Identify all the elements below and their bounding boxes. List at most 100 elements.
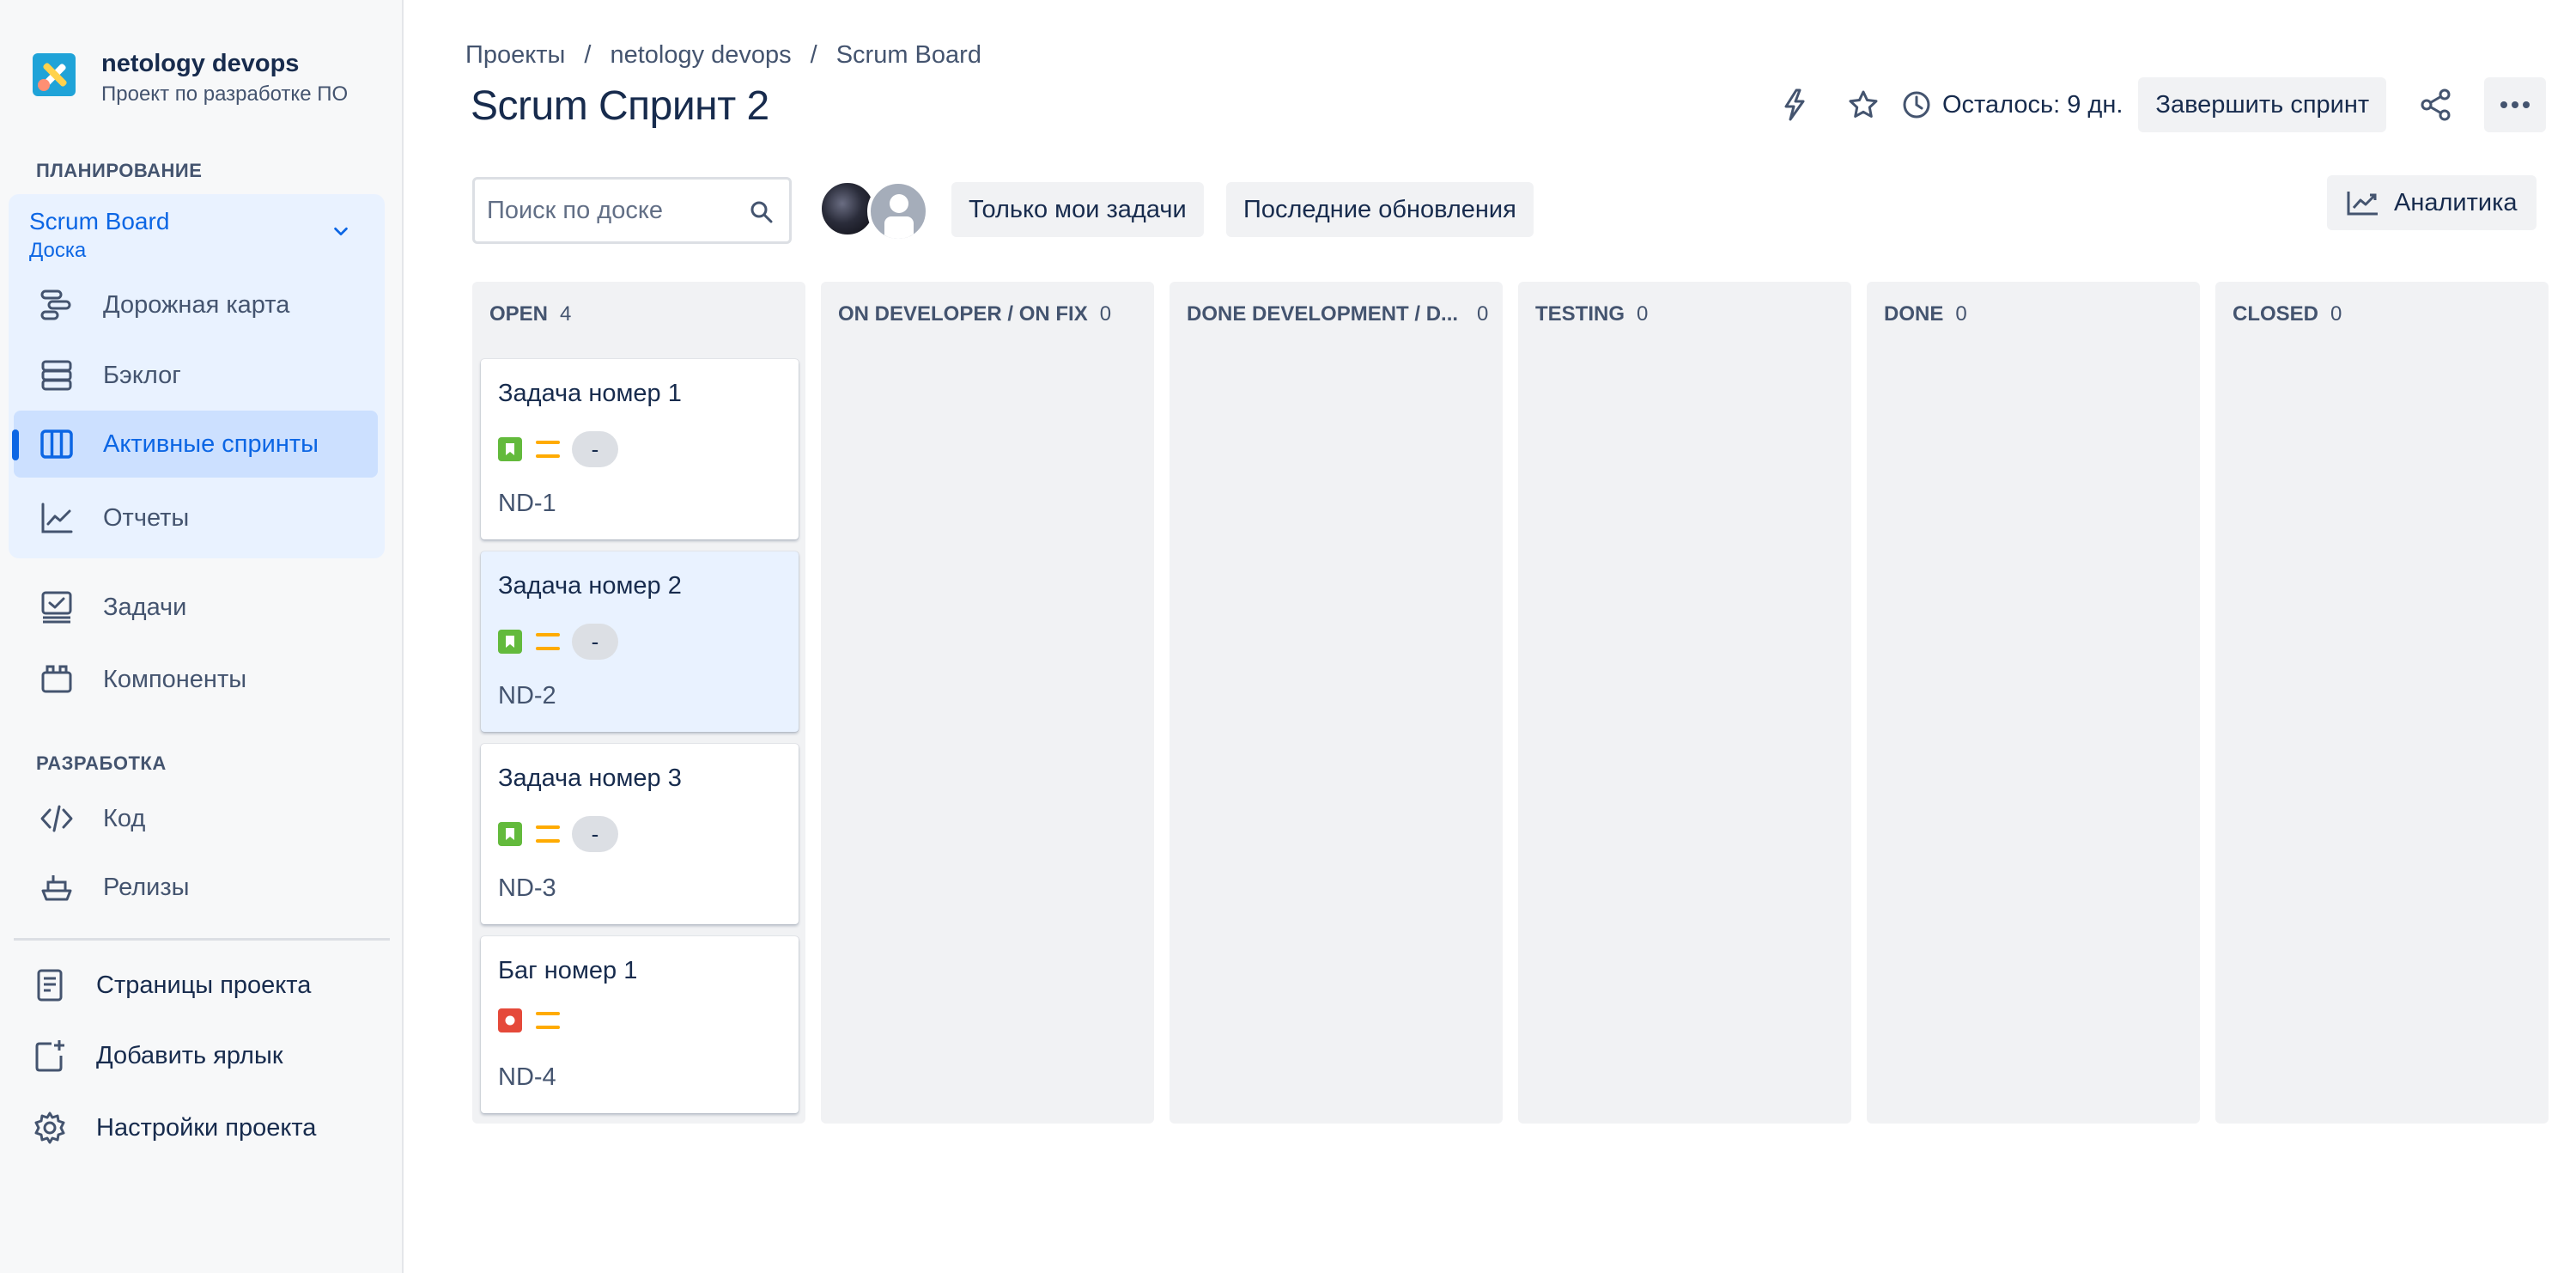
page-title: Scrum Спринт 2 (471, 83, 769, 129)
sidebar-item-project-settings[interactable]: Настройки проекта (14, 1094, 378, 1161)
card-title: Баг номер 1 (498, 957, 638, 984)
column-title: DONE DEVELOPMENT / D... (1187, 302, 1459, 326)
column-count: 0 (1637, 302, 1649, 326)
project-header[interactable]: netology devops Проект по разработке ПО (33, 48, 348, 108)
column-count: 4 (560, 302, 572, 326)
more-icon (2500, 101, 2530, 108)
chart-icon (2347, 192, 2378, 216)
lightning-icon (1784, 88, 1805, 121)
sidebar-item-components[interactable]: Компоненты (14, 646, 378, 713)
settings-icon (29, 1107, 70, 1148)
issue-key[interactable]: ND-2 (498, 682, 556, 710)
only-my-issues-filter[interactable]: Только мои задачи (951, 182, 1204, 237)
board-switcher[interactable]: Scrum Board Доска (29, 206, 169, 265)
column-title: ON DEVELOPER / ON FIX (838, 302, 1088, 326)
sprint-timer[interactable]: Осталось: 9 дн. (1901, 89, 2123, 120)
search-icon (750, 201, 773, 223)
board-icon (36, 423, 77, 465)
active-indicator (12, 429, 19, 460)
sidebar-item-code[interactable]: Код (14, 785, 378, 852)
search-input[interactable] (475, 180, 732, 241)
automation-button[interactable] (1767, 77, 1822, 132)
board-column-on-developer: ON DEVELOPER / ON FIX 0 (821, 282, 1154, 1124)
board-column-done-development: DONE DEVELOPMENT / D... 0 (1170, 282, 1503, 1124)
story-icon (498, 630, 522, 654)
column-count: 0 (1955, 302, 1967, 326)
sidebar-item-add-shortcut[interactable]: Добавить ярлык (14, 1022, 378, 1089)
card-title: Задача номер 3 (498, 764, 682, 792)
column-header: CLOSED 0 (2233, 302, 2342, 326)
breadcrumb-projects[interactable]: Проекты (465, 41, 565, 70)
sidebar-item-label: Страницы проекта (96, 971, 312, 999)
issue-key[interactable]: ND-3 (498, 874, 556, 903)
share-button[interactable] (2409, 77, 2464, 132)
star-button[interactable] (1836, 77, 1891, 132)
releases-icon (36, 867, 77, 908)
issue-card[interactable]: Задача номер 2 - ND-2 (481, 551, 799, 732)
sidebar-item-label: Настройки проекта (96, 1113, 317, 1142)
breadcrumb-board[interactable]: Scrum Board (836, 41, 981, 70)
analytics-label: Аналитика (2394, 188, 2518, 216)
sidebar-item-label: Бэклог (103, 361, 181, 389)
column-header: ON DEVELOPER / ON FIX 0 (838, 302, 1111, 326)
sidebar-divider (14, 938, 390, 941)
planning-section-title: ПЛАНИРОВАНИЕ (36, 160, 203, 181)
complete-sprint-button[interactable]: Завершить спринт (2138, 77, 2387, 132)
share-icon (2421, 88, 2451, 121)
card-title: Задача номер 2 (498, 572, 682, 600)
sidebar-item-label: Компоненты (103, 665, 247, 693)
breadcrumb-separator: / (584, 41, 592, 69)
column-title: TESTING (1535, 302, 1625, 326)
sidebar-item-label: Задачи (103, 593, 187, 621)
priority-medium-icon (536, 633, 560, 650)
column-title: OPEN (489, 302, 549, 326)
sidebar-item-issues[interactable]: Задачи (14, 574, 378, 641)
sidebar-item-backlog[interactable]: Бэклог (14, 342, 378, 409)
board-type: Доска (29, 239, 87, 262)
story-icon (498, 437, 522, 461)
priority-medium-icon (536, 825, 560, 843)
sidebar-item-active-sprints[interactable]: Активные спринты (14, 411, 378, 478)
story-icon (498, 822, 522, 846)
board-column-open: OPEN 4 Задача номер 1 - ND-1 Задача номе… (472, 282, 805, 1124)
issue-key[interactable]: ND-4 (498, 1063, 556, 1092)
issue-card[interactable]: Задача номер 3 - ND-3 (481, 744, 799, 924)
sidebar-item-label: Добавить ярлык (96, 1041, 283, 1069)
sidebar: netology devops Проект по разработке ПО … (0, 0, 404, 1273)
time-left-text: Осталось: 9 дн. (1942, 90, 2123, 119)
analytics-button[interactable]: Аналитика (2327, 175, 2537, 230)
development-section-title: РАЗРАБОТКА (36, 752, 167, 774)
sidebar-item-roadmap[interactable]: Дорожная карта (14, 271, 378, 338)
issue-card[interactable]: Баг номер 1 ND-4 (481, 936, 799, 1113)
code-icon (36, 798, 77, 839)
recently-updated-filter[interactable]: Последние обновления (1226, 182, 1534, 237)
sidebar-item-releases[interactable]: Релизы (14, 854, 378, 921)
breadcrumb-separator: / (810, 41, 817, 69)
board-column-done: DONE 0 (1867, 282, 2200, 1124)
page-icon (29, 965, 70, 1006)
avatar-unassigned[interactable] (867, 180, 929, 242)
clock-icon (1903, 91, 1930, 119)
card-title: Задача номер 1 (498, 380, 682, 407)
board-column-closed: CLOSED 0 (2215, 282, 2549, 1124)
column-count: 0 (1477, 302, 1489, 326)
column-title: CLOSED (2233, 302, 2319, 326)
project-type: Проект по разработке ПО (101, 82, 349, 106)
chevron-down-icon[interactable] (331, 222, 350, 241)
issue-key[interactable]: ND-1 (498, 490, 556, 518)
sidebar-item-label: Отчеты (103, 503, 190, 532)
column-count: 0 (1099, 302, 1112, 326)
issue-card[interactable]: Задача номер 1 - ND-1 (481, 359, 799, 539)
priority-medium-icon (536, 441, 560, 458)
more-button[interactable] (2484, 77, 2547, 132)
column-title: DONE (1884, 302, 1944, 326)
breadcrumb: Проекты / netology devops / Scrum Board (465, 41, 981, 70)
sidebar-item-reports[interactable]: Отчеты (14, 484, 378, 551)
board-search[interactable] (472, 177, 792, 244)
backlog-icon (36, 355, 77, 396)
sidebar-item-project-pages[interactable]: Страницы проекта (14, 952, 378, 1019)
project-name: netology devops (101, 50, 300, 77)
breadcrumb-project[interactable]: netology devops (610, 41, 791, 70)
issues-icon (36, 587, 77, 628)
project-logo (33, 53, 76, 96)
